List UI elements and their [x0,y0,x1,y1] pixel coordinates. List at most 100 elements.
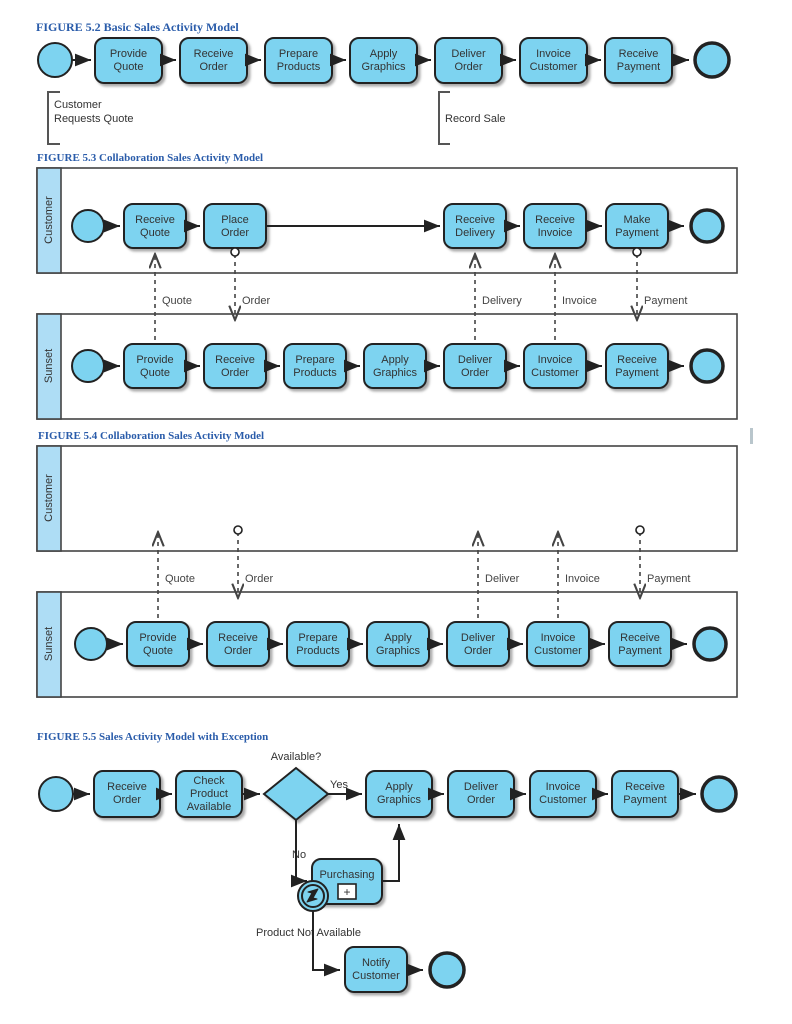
svg-text:Provide: Provide [136,354,173,366]
task: Place Order [203,203,267,249]
svg-text:Payment: Payment [617,61,660,73]
lane-label: Sunset [43,627,55,661]
svg-text:Graphics: Graphics [376,645,421,657]
end-event [689,208,725,244]
message-label: Deliver [485,573,520,585]
svg-text:Order: Order [199,61,227,73]
svg-text:Invoice: Invoice [536,48,571,60]
task: Invoice Customer [523,343,587,389]
svg-text:Receive: Receive [218,632,258,644]
annotation-line: Customer [54,99,102,111]
svg-text:Customer: Customer [352,970,400,982]
svg-text:Apply: Apply [385,781,413,793]
svg-text:Order: Order [454,61,482,73]
start-event [38,776,74,812]
task: Provide Quote [94,37,163,84]
svg-text:Products: Products [296,645,340,657]
error-boundary-event [297,880,329,912]
svg-text:Receive: Receive [455,214,495,226]
message-label: Payment [644,295,687,307]
task: Receive Payment [604,37,673,84]
svg-text:Order: Order [467,794,495,806]
svg-text:Deliver: Deliver [458,354,493,366]
annotation-line: Requests Quote [54,113,134,125]
task: Invoice Customer [526,621,590,667]
task: Deliver Order [434,37,503,84]
svg-text:Graphics: Graphics [377,794,422,806]
message-label: Invoice [562,295,597,307]
lane-label: Customer [43,474,55,522]
svg-text:Receive: Receive [194,48,234,60]
figure-5-3-title: FIGURE 5.3 Collaboration Sales Activity … [37,152,264,164]
gateway: Available? [262,751,330,822]
message-label: Order [245,573,273,585]
end-event [689,348,725,384]
gateway-label: Available? [271,751,322,763]
svg-text:Product: Product [190,788,228,800]
svg-text:Apply: Apply [381,354,409,366]
annotation-line: Record Sale [445,113,506,125]
task: Prepare Products [286,621,350,667]
task: Receive Quote [123,203,187,249]
subprocess-marker-label: + [343,885,350,899]
svg-text:Available: Available [187,801,231,813]
svg-text:Graphics: Graphics [361,61,406,73]
svg-text:Apply: Apply [384,632,412,644]
svg-text:Receive: Receive [107,781,147,793]
svg-text:Apply: Apply [370,48,398,60]
start-event [74,627,108,661]
task: Provide Quote [123,343,187,389]
svg-text:Order: Order [224,645,252,657]
svg-text:Payment: Payment [618,645,661,657]
svg-text:Invoice: Invoice [538,227,573,239]
sequence-flow-exception [312,911,340,977]
task: Prepare Products [264,37,333,84]
svg-text:Deliver: Deliver [464,781,499,793]
svg-text:Deliver: Deliver [451,48,486,60]
message-label: Quote [165,573,195,585]
figure-5-4-title: FIGURE 5.4 Collaboration Sales Activity … [38,430,265,442]
annotation-bracket: Record Sale [438,91,506,145]
task: Provide Quote [126,621,190,667]
svg-text:Order: Order [464,645,492,657]
message-label: Delivery [482,295,522,307]
svg-text:Prepare: Prepare [298,632,337,644]
task: Receive Order [203,343,267,389]
task: Apply Graphics [363,343,427,389]
svg-text:Customer: Customer [531,367,579,379]
end-event [700,775,738,813]
task: Deliver Order [443,343,507,389]
svg-text:Receive: Receive [625,781,665,793]
svg-text:Order: Order [221,367,249,379]
annotation-bracket: Customer Requests Quote [47,91,134,145]
task: Invoice Customer [529,770,597,818]
task: Receive Order [179,37,248,84]
start-event [37,42,73,78]
task: Receive Invoice [523,203,587,249]
task: Prepare Products [283,343,347,389]
gateway-yes-label: Yes [330,779,348,791]
task: Check Product Available [175,770,243,818]
task: Make Payment [605,203,669,249]
svg-text:Payment: Payment [615,227,658,239]
svg-text:Check: Check [193,775,225,787]
end-event [428,951,466,989]
svg-text:Receive: Receive [215,354,255,366]
task: Receive Payment [608,621,672,667]
svg-text:Make: Make [624,214,651,226]
svg-text:Place: Place [221,214,249,226]
svg-text:Delivery: Delivery [455,227,495,239]
svg-text:Receive: Receive [617,354,657,366]
task-label: Provide [110,48,147,60]
message-label: Payment [647,573,690,585]
lane-label: Sunset [43,349,55,383]
task: Deliver Order [447,770,515,818]
task: Apply Graphics [365,770,433,818]
subprocess-label: Purchasing [319,869,374,881]
task: Receive Order [93,770,161,818]
task: Invoice Customer [519,37,588,84]
svg-text:Customer: Customer [530,61,578,73]
svg-text:Customer: Customer [534,645,582,657]
task: Receive Payment [605,343,669,389]
svg-text:Receive: Receive [535,214,575,226]
